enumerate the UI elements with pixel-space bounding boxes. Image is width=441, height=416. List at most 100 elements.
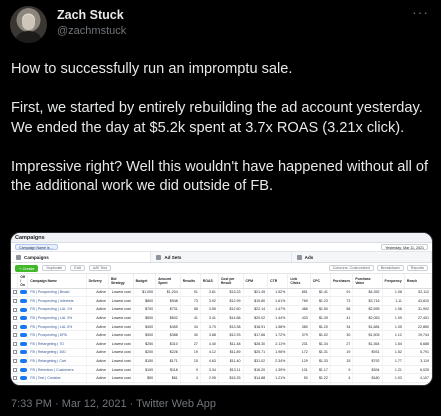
table-row[interactable]: FB | Prospecting | LAL 3% Active Lowest co… bbox=[11, 313, 432, 323]
more-horizontal-icon[interactable]: ··· bbox=[412, 4, 429, 20]
duplicate-button[interactable]: Duplicate bbox=[42, 265, 67, 271]
campaign-toggle[interactable] bbox=[17, 339, 29, 349]
row-checkbox[interactable] bbox=[11, 305, 19, 315]
campaign-toggle[interactable] bbox=[17, 348, 29, 358]
campaign-name[interactable]: FB | Retention | Customers bbox=[27, 365, 87, 375]
ab-test-button[interactable]: A/B Test bbox=[88, 265, 111, 271]
table-row[interactable]: FB | Prospecting | Broad Active Lowest cos… bbox=[11, 288, 432, 298]
checkbox-icon[interactable] bbox=[13, 298, 17, 303]
campaign-toggle[interactable] bbox=[17, 288, 29, 298]
reports-button[interactable]: Reports bbox=[406, 265, 428, 271]
campaign-toggle[interactable] bbox=[17, 322, 29, 332]
tab-campaigns[interactable]: Campaigns bbox=[11, 252, 152, 262]
row-checkbox[interactable] bbox=[11, 365, 19, 375]
tab-ads[interactable]: Ads bbox=[291, 252, 432, 262]
table-row[interactable]: FB | Prospecting | LAL 1% Active Lowest co… bbox=[11, 305, 432, 315]
toggle-icon[interactable] bbox=[20, 341, 27, 346]
campaign-toggle[interactable] bbox=[17, 356, 29, 366]
filter-pill[interactable]: Campaign Name is ... bbox=[15, 244, 58, 250]
column-header[interactable]: Frequency bbox=[382, 274, 405, 289]
toggle-icon[interactable] bbox=[20, 376, 27, 381]
checkbox-icon[interactable] bbox=[13, 307, 17, 312]
campaign-name[interactable]: FB | Retargeting | 30D bbox=[27, 348, 87, 358]
column-header[interactable]: Link Clicks bbox=[287, 274, 311, 289]
toggle-icon[interactable] bbox=[20, 359, 27, 364]
campaign-name[interactable]: FB | Prospecting | DPA bbox=[27, 330, 87, 341]
column-header[interactable]: Budget bbox=[133, 274, 157, 289]
toggle-icon[interactable] bbox=[20, 324, 27, 329]
table-row[interactable]: FB | Retargeting | 30D Active Lowest cost $… bbox=[11, 348, 432, 358]
row-checkbox[interactable] bbox=[11, 322, 19, 332]
table-row[interactable]: FB | Prospecting | Interests Active Lowest… bbox=[11, 296, 432, 306]
tweet-timestamp[interactable]: 7:33 PM · Mar 12, 2021 · Twitter Web App bbox=[11, 398, 216, 410]
toggle-icon[interactable] bbox=[20, 350, 27, 355]
campaign-name[interactable]: FB | Prospecting | LAL 1% bbox=[27, 305, 87, 315]
campaign-toggle[interactable] bbox=[17, 373, 29, 384]
row-checkbox[interactable] bbox=[11, 313, 19, 323]
checkbox-icon[interactable] bbox=[13, 341, 17, 346]
columns-button[interactable]: Columns: Customized bbox=[328, 265, 374, 271]
row-checkbox[interactable] bbox=[11, 348, 19, 358]
column-header[interactable]: ROAS bbox=[200, 274, 219, 289]
column-header[interactable]: Delivery bbox=[86, 274, 110, 289]
row-checkbox[interactable] bbox=[11, 288, 19, 298]
edit-button[interactable]: Edit bbox=[70, 265, 85, 271]
avatar[interactable] bbox=[10, 6, 47, 43]
checkbox-icon[interactable] bbox=[13, 324, 17, 329]
table-cell[interactable] bbox=[17, 382, 29, 385]
breakdown-button[interactable]: Breakdown bbox=[376, 265, 404, 271]
column-header[interactable]: Campaign Name bbox=[27, 274, 87, 289]
column-header[interactable]: Off / On bbox=[17, 274, 29, 289]
campaign-name[interactable]: FB | Prospecting | LAL 5% bbox=[27, 322, 87, 332]
campaign-name[interactable]: FB | Prospecting | Broad bbox=[27, 288, 87, 298]
tab-ad-sets[interactable]: Ad Sets bbox=[151, 252, 292, 262]
row-checkbox[interactable] bbox=[11, 296, 19, 306]
campaign-name[interactable]: Results from 11 campaigns bbox=[27, 382, 87, 385]
table-row[interactable]: FB | Test | Creative Active Lowest cost $50… bbox=[11, 373, 432, 384]
toggle-icon[interactable] bbox=[20, 307, 27, 312]
campaign-name[interactable]: FB | Prospecting | LAL 3% bbox=[27, 313, 87, 323]
toggle-icon[interactable] bbox=[20, 298, 27, 303]
campaign-toggle[interactable] bbox=[17, 365, 29, 375]
column-header[interactable]: Cost per Result bbox=[218, 274, 244, 289]
table-row[interactable]: FB | Retargeting | 7D Active Lowest cost $2… bbox=[11, 339, 432, 349]
column-header[interactable]: Bid Strategy bbox=[108, 274, 134, 289]
row-checkbox[interactable] bbox=[11, 373, 19, 384]
checkbox-icon[interactable] bbox=[13, 367, 17, 372]
column-header[interactable]: CPM bbox=[243, 274, 269, 289]
table-row[interactable]: FB | Retention | Customers Active Lowest c… bbox=[11, 365, 432, 375]
column-header[interactable]: Purchase Value bbox=[352, 274, 383, 289]
campaign-name[interactable]: FB | Retargeting | 7D bbox=[27, 339, 87, 349]
checkbox-icon[interactable] bbox=[13, 376, 17, 381]
table-row[interactable]: FB | Retargeting | Cart Active Lowest cost… bbox=[11, 356, 432, 366]
campaign-toggle[interactable] bbox=[17, 313, 29, 323]
display-name[interactable]: Zach Stuck bbox=[57, 8, 124, 22]
toggle-icon[interactable] bbox=[20, 367, 27, 372]
table-row[interactable]: FB | Prospecting | LAL 5% Active Lowest co… bbox=[11, 322, 432, 332]
column-header[interactable]: Amount Spent bbox=[155, 274, 181, 289]
toggle-icon[interactable] bbox=[20, 290, 27, 295]
toggle-icon[interactable] bbox=[20, 316, 27, 321]
table-row[interactable]: FB | Prospecting | DPA Active Lowest cost $… bbox=[11, 330, 432, 341]
checkbox-icon[interactable] bbox=[13, 359, 17, 364]
campaign-name[interactable]: FB | Retargeting | Cart bbox=[27, 356, 87, 366]
date-range-picker[interactable]: Yesterday: Mar 11, 2021 bbox=[381, 244, 428, 250]
campaign-toggle[interactable] bbox=[17, 296, 29, 306]
row-checkbox[interactable] bbox=[11, 339, 19, 349]
column-header[interactable]: CPC bbox=[310, 274, 331, 289]
create-button[interactable]: + Create bbox=[15, 264, 39, 272]
campaign-name[interactable]: FB | Test | Creative bbox=[27, 373, 87, 384]
checkbox-icon[interactable] bbox=[13, 350, 17, 355]
campaign-toggle[interactable] bbox=[17, 305, 29, 315]
checkbox-icon[interactable] bbox=[13, 290, 17, 295]
row-checkbox[interactable] bbox=[11, 356, 19, 366]
table-cell[interactable] bbox=[11, 382, 19, 385]
toggle-icon[interactable] bbox=[20, 333, 27, 338]
checkbox-icon[interactable] bbox=[13, 316, 17, 321]
user-handle[interactable]: @zachmstuck bbox=[57, 25, 126, 37]
ads-manager-screenshot[interactable]: Campaigns Campaign Name is ... Yesterday… bbox=[10, 232, 433, 386]
row-checkbox[interactable] bbox=[11, 330, 19, 341]
column-header[interactable]: Results bbox=[180, 274, 201, 289]
column-header[interactable]: Purchases bbox=[330, 274, 354, 289]
column-header[interactable]: CTR bbox=[267, 274, 289, 289]
